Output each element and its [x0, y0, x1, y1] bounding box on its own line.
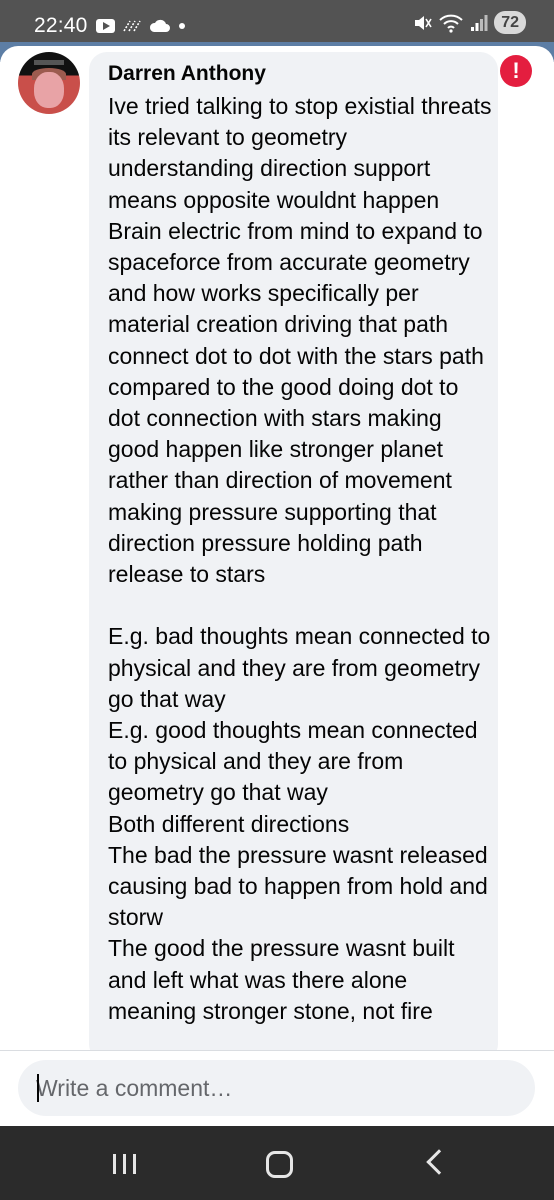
- system-nav-bar: [0, 1126, 554, 1200]
- youtube-icon: [96, 19, 115, 33]
- wifi-icon: [439, 14, 463, 33]
- avatar-face: [34, 72, 64, 108]
- recents-icon-bar: [122, 1154, 126, 1174]
- back-button[interactable]: [416, 1146, 456, 1182]
- avatar-screen: [34, 60, 64, 65]
- comment-composer-bar: [0, 1050, 554, 1127]
- avatar[interactable]: [18, 52, 80, 114]
- comment-input[interactable]: [36, 1060, 516, 1116]
- comment-composer[interactable]: [18, 1060, 535, 1116]
- comment-author[interactable]: Darren Anthony: [108, 62, 266, 86]
- battery-indicator: 72: [494, 11, 526, 34]
- recents-button[interactable]: [104, 1146, 144, 1182]
- recents-icon-bar: [112, 1154, 116, 1174]
- alert-icon[interactable]: !: [500, 55, 532, 87]
- comment-text: Ive tried talking to stop existial threa…: [108, 93, 492, 1024]
- dot-icon: [179, 23, 185, 29]
- status-right-icons: 72: [412, 11, 526, 34]
- signal-icon: [471, 14, 488, 31]
- cloud-icon: [149, 19, 170, 32]
- mute-icon: [415, 15, 432, 30]
- recents-icon-bar: [132, 1154, 136, 1174]
- status-time: 22:40: [34, 14, 88, 37]
- signal-dots-icon: [123, 20, 141, 32]
- comment-bubble[interactable]: Darren Anthony Ive tried talking to stop…: [89, 52, 498, 1062]
- status-bar: 22:40 72: [0, 0, 554, 46]
- text-caret: [37, 1074, 39, 1102]
- status-left-icons: [96, 14, 186, 38]
- home-button[interactable]: [260, 1146, 300, 1182]
